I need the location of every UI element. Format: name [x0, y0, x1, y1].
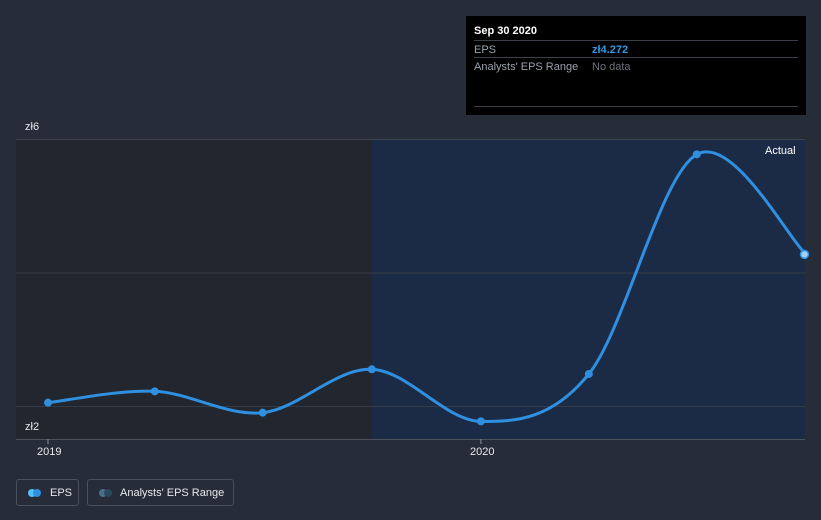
hover-tooltip: Sep 30 2020 EPS zł4.272 Analysts' EPS Ra…	[466, 16, 806, 115]
legend-range-button[interactable]: Analysts' EPS Range	[87, 479, 234, 506]
tooltip-date: Sep 30 2020	[474, 25, 537, 37]
eps-point-2019-09-30[interactable]	[367, 365, 376, 374]
legend-eps-button[interactable]: EPS	[16, 479, 79, 506]
tooltip-range-row: Analysts' EPS Range No data	[474, 57, 798, 75]
legend-eps-label: EPS	[50, 487, 73, 499]
tooltip-range-label: Analysts' EPS Range	[474, 61, 579, 73]
eps-point-2019-06-30[interactable]	[258, 408, 267, 417]
x-tick-label-2020: 2020	[470, 446, 495, 458]
eps-legend-icon	[28, 489, 42, 497]
tooltip-divider	[474, 106, 798, 107]
tooltip-eps-value: zł4.272	[592, 44, 629, 56]
eps-chart-widget: zł6 zł2 2019 2020 Actual Sep 30 2020 EPS…	[0, 0, 821, 520]
eps-point-2019-03-31[interactable]	[150, 387, 159, 396]
tooltip-eps-label: EPS	[474, 44, 497, 56]
x-tick-label-2019: 2019	[37, 446, 62, 458]
range-legend-icon	[99, 489, 113, 497]
actual-period-region	[371, 139, 805, 439]
tooltip-eps-row: EPS zł4.272	[474, 40, 798, 58]
y-axis-top-label: zł6	[25, 121, 40, 133]
eps-point-2018-12-31[interactable]	[44, 398, 52, 407]
actual-region-label: Actual	[765, 145, 796, 157]
eps-point-2020-09-30[interactable]	[799, 249, 810, 260]
eps-point-2019-12-31[interactable]	[476, 417, 485, 426]
eps-point-2020-06-30[interactable]	[692, 150, 701, 159]
tooltip-range-value: No data	[592, 61, 631, 73]
eps-point-2020-03-31[interactable]	[584, 369, 593, 378]
past-period-region	[16, 139, 372, 439]
legend-range-label: Analysts' EPS Range	[120, 487, 225, 499]
y-axis-bottom-label: zł2	[25, 421, 40, 433]
